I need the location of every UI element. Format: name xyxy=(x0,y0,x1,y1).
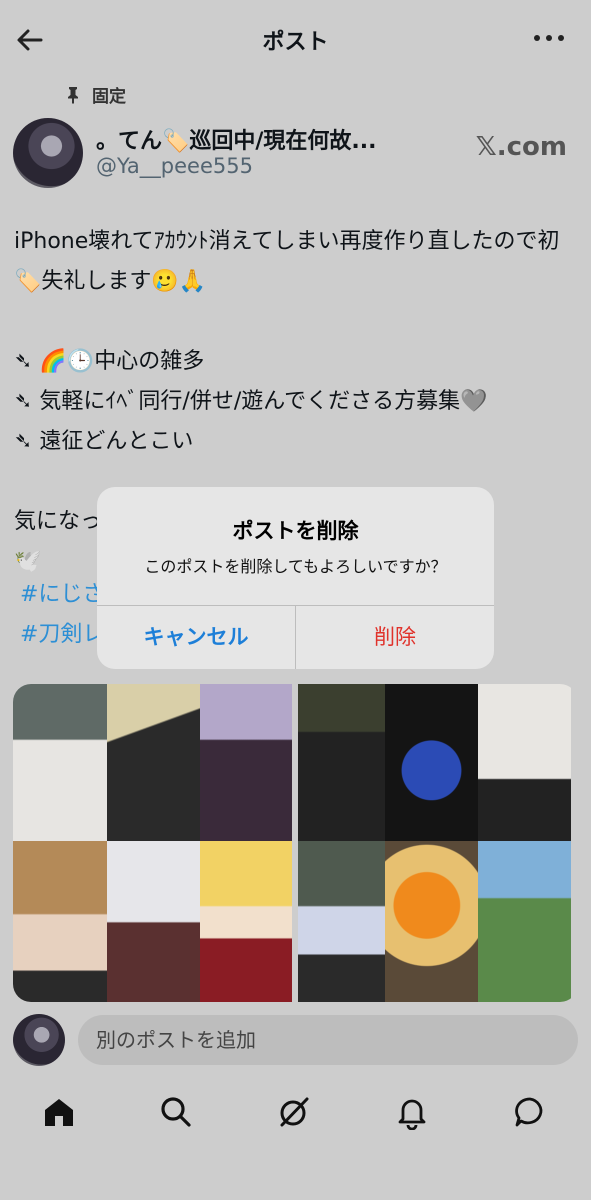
cancel-button[interactable]: キャンセル xyxy=(97,605,295,669)
delete-button[interactable]: 削除 xyxy=(296,605,494,669)
dialog-message: このポストを削除してもよろしいですか？ xyxy=(144,557,447,576)
dialog-title: ポストを削除 xyxy=(232,519,359,543)
delete-post-dialog: ポストを削除 このポストを削除してもよろしいですか？ キャンセル 削除 xyxy=(97,487,494,669)
